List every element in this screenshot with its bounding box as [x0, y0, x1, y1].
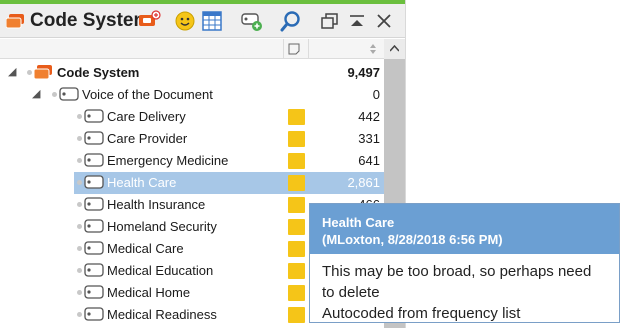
color-dot [77, 312, 82, 317]
tree-row-health-care[interactable]: Health Care 2,861 [0, 172, 384, 194]
code-tag-icon [84, 307, 104, 321]
tree-row-count: 2,861 [347, 175, 380, 190]
memo-icon[interactable] [288, 43, 300, 55]
memo-icon[interactable] [288, 307, 305, 323]
color-dot [77, 246, 82, 251]
tree-row-label: Medical Care [107, 241, 184, 256]
code-system-root-icon [34, 65, 52, 80]
tree-row-care-provider[interactable]: Care Provider 331 [0, 128, 384, 150]
color-dot [77, 268, 82, 273]
emoticon-icon[interactable] [173, 9, 197, 33]
tree-row-care-delivery[interactable]: Care Delivery 442 [0, 106, 384, 128]
tooltip-meta: (MLoxton, 8/28/2018 6:56 PM) [322, 232, 503, 247]
memo-icon[interactable] [288, 241, 305, 257]
tree-row-label: Medical Home [107, 285, 191, 300]
color-dot [27, 70, 32, 75]
column-header [0, 39, 405, 59]
color-dot [77, 290, 82, 295]
panel-title: Code System [30, 10, 151, 31]
tree-row-label: Health Care [107, 175, 177, 190]
tree-row-label: Care Provider [107, 131, 188, 146]
close-icon[interactable] [372, 9, 396, 33]
tree-row-code-system[interactable]: ◢ Code System 9,497 [0, 62, 384, 84]
tree-row-count: 641 [358, 153, 380, 168]
tree-row-label: Health Insurance [107, 197, 206, 212]
tree-row-count: 331 [358, 131, 380, 146]
code-tag-icon [84, 153, 104, 167]
memo-icon[interactable] [288, 285, 305, 301]
memo-icon[interactable] [288, 197, 305, 213]
color-dot [77, 180, 82, 185]
table-view-icon[interactable] [200, 9, 224, 33]
memo-icon[interactable] [288, 219, 305, 235]
code-tag-icon [84, 285, 104, 299]
code-tag-icon [84, 263, 104, 277]
color-dot [77, 158, 82, 163]
tree-row-label: Medical Education [107, 263, 214, 278]
tree-row-label: Homeland Security [107, 219, 217, 234]
memo-icon[interactable] [288, 109, 305, 125]
tree-row-count: 0 [372, 87, 380, 102]
tooltip-header: Health Care (MLoxton, 8/28/2018 6:56 PM) [310, 204, 619, 254]
tree-row-voice-of-the-document[interactable]: ◢ Voice of the Document 0 [0, 84, 384, 106]
tree-row-emergency-medicine[interactable]: Emergency Medicine 641 [0, 150, 384, 172]
code-tag-icon [59, 87, 79, 101]
tree-row-label: Code System [57, 65, 140, 80]
color-dot [52, 92, 57, 97]
tree-row-label: Care Delivery [107, 109, 186, 124]
memo-tooltip: Health Care (MLoxton, 8/28/2018 6:56 PM)… [309, 203, 620, 323]
color-dot [77, 136, 82, 141]
tooltip-body: This may be too broad, so perhaps need t… [310, 254, 619, 324]
tree-row-count: 442 [358, 109, 380, 124]
expand-arrow-icon[interactable]: ◢ [32, 87, 40, 100]
sort-icon[interactable] [370, 44, 376, 54]
code-tag-icon [84, 241, 104, 255]
color-dot [77, 202, 82, 207]
memo-icon[interactable] [288, 131, 305, 147]
tooltip-body-line: Autocoded from frequency list [322, 305, 521, 322]
tree-row-label: Voice of the Document [82, 87, 213, 102]
panel-title-bar: Code System [0, 4, 405, 38]
column-divider [283, 39, 284, 59]
collapse-icon[interactable] [345, 9, 369, 33]
code-tag-icon [84, 219, 104, 233]
scroll-up-arrow [390, 45, 399, 52]
code-tag-icon [84, 197, 104, 211]
tree-row-label: Medical Readiness [107, 307, 217, 322]
code-tag-icon [84, 131, 104, 145]
memo-icon[interactable] [288, 153, 305, 169]
memo-icon[interactable] [288, 175, 305, 191]
color-dot [77, 224, 82, 229]
code-system-icon [6, 14, 24, 29]
column-divider [308, 39, 309, 59]
color-dot [77, 114, 82, 119]
new-code-icon[interactable] [240, 9, 264, 33]
tooltip-title: Health Care [322, 215, 395, 230]
tooltip-body-line: to delete [322, 284, 380, 301]
memo-icon[interactable] [288, 263, 305, 279]
scroll-up-button[interactable] [384, 39, 405, 59]
undock-icon[interactable] [318, 9, 342, 33]
code-tag-icon [84, 175, 104, 189]
expand-arrow-icon[interactable]: ◢ [8, 65, 16, 78]
tree-row-count: 9,497 [347, 65, 380, 80]
tree-row-label: Emergency Medicine [107, 153, 229, 168]
code-system-activate-icon[interactable] [137, 9, 161, 33]
search-icon[interactable] [279, 9, 303, 33]
tooltip-body-line: This may be too broad, so perhaps need [322, 263, 592, 280]
code-tag-icon [84, 109, 104, 123]
